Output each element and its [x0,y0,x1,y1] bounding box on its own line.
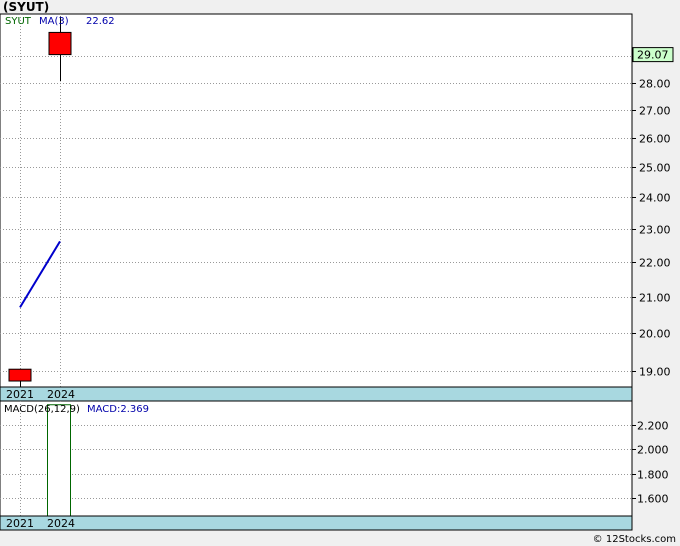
price-x-axis-band [0,386,633,402]
macd-bars [47,404,71,517]
price-tick-label: 28.00 [639,78,671,91]
macd-x-axis-band [0,515,633,531]
price-tick-label: 23.00 [639,224,671,237]
macd-tick-label: 2.200 [637,420,669,433]
price-x-label-2024: 2024 [47,388,75,401]
macd-value-label: MACD:2.369 [87,404,149,415]
footer-credit: © 12Stocks.com [593,534,676,545]
macd-tick-label: 1.600 [637,493,669,506]
macd-tick-label: 2.000 [637,444,669,457]
price-tick-label: 20.00 [639,328,671,341]
chart-title: (SYUT) [3,0,49,14]
price-plot-area [0,13,633,388]
price-tick-label: 19.00 [639,366,671,379]
price-x-label-2021: 2021 [6,388,34,401]
price-tick-label: 26.00 [639,133,671,146]
symbol-label: SYUT [5,16,32,27]
last-price-label: 29.07 [637,49,669,62]
price-tick-label: 24.00 [639,192,671,205]
macd-x-label-2021: 2021 [6,517,34,530]
macd-panel: 1.600 1.800 2.000 2.200 MACD(26,12,9) MACD:… [0,400,669,531]
price-y-ticks: 19.00 20.00 21.00 22.00 23.00 24.00 25.00 26.00… [632,51,671,379]
price-panel: 19.00 20.00 21.00 22.00 23.00 24.00 25.00 26.00… [0,13,674,402]
ma-value: 22.62 [86,16,115,27]
price-tick-label: 22.00 [639,257,671,270]
macd-x-label-2024: 2024 [47,517,75,530]
candle-body [8,368,32,382]
macd-bar [47,404,71,517]
last-price-marker: 29.07 [632,47,674,63]
price-tick-label: 25.00 [639,162,671,175]
candle-body [48,31,72,56]
macd-tick-label: 1.800 [637,469,669,482]
stock-chart: (SYUT) 19.00 20.00 21.00 22.00 23.00 24.00 25.… [0,0,676,545]
ma-label: MA(3) [39,16,69,27]
price-tick-label: 27.00 [639,105,671,118]
macd-label: MACD(26,12,9) [4,404,80,415]
macd-y-ticks: 1.600 1.800 2.000 2.200 [632,420,669,506]
price-tick-label: 21.00 [639,292,671,305]
